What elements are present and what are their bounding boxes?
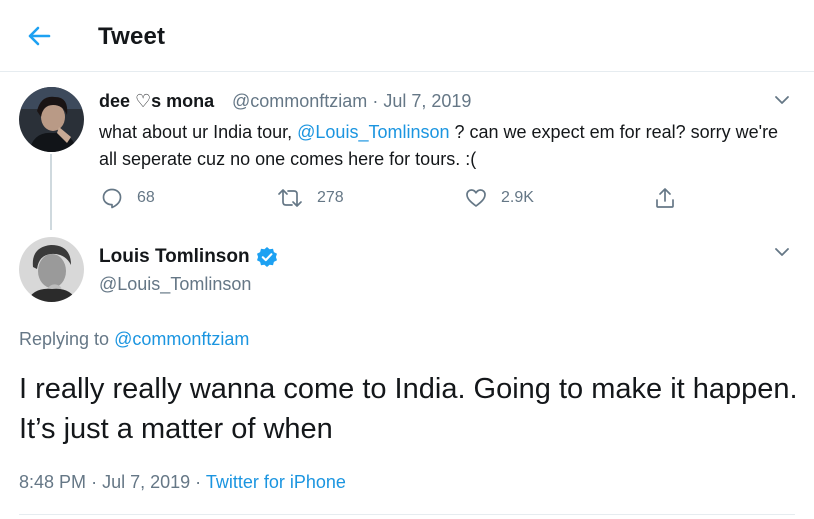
reply-text: what about ur India tour, @Louis_Tomlins…: [99, 119, 789, 173]
page-header: Tweet: [0, 0, 814, 72]
author-handle[interactable]: @Louis_Tomlinson: [99, 274, 251, 295]
reply-display-name[interactable]: dee ♡s mona: [99, 91, 214, 112]
replying-handle[interactable]: @commonftziam: [114, 329, 249, 349]
page-title: Tweet: [98, 23, 166, 50]
chevron-down-icon: [775, 248, 789, 256]
reply-more-button[interactable]: [772, 90, 792, 110]
replying-to: Replying to @commonftziam: [19, 329, 249, 350]
divider: [19, 514, 795, 515]
comment-icon: [102, 188, 122, 209]
timestamp-separator: ·: [91, 472, 98, 492]
heart-icon: [466, 189, 486, 207]
reply-handle[interactable]: @commonftziam: [232, 91, 367, 111]
share-button[interactable]: [654, 184, 676, 212]
retweet-count: 278: [317, 189, 344, 206]
tweet-timestamp-row: 8:48 PM · Jul 7, 2019 · Twitter for iPho…: [19, 472, 346, 493]
share-icon: [656, 188, 674, 208]
chevron-down-icon: [775, 96, 789, 104]
author-display-name[interactable]: Louis Tomlinson: [99, 246, 250, 268]
author-row: Louis Tomlinson: [99, 246, 278, 268]
like-count: 2.9K: [501, 189, 534, 206]
retweet-button[interactable]: 278: [277, 184, 344, 212]
retweet-icon: [278, 189, 302, 207]
tweet-text: I really really wanna come to India. Goi…: [19, 373, 798, 445]
reply-text-start: what about ur India tour,: [99, 122, 298, 142]
tweet-more-button[interactable]: [772, 242, 792, 262]
avatar[interactable]: [19, 237, 84, 302]
tweet-date[interactable]: Jul 7, 2019: [102, 472, 190, 492]
arrow-left-icon: [28, 26, 51, 46]
tweet-source-link[interactable]: Twitter for iPhone: [206, 472, 346, 492]
reply-date[interactable]: Jul 7, 2019: [383, 91, 471, 111]
reply-count: 68: [137, 189, 155, 206]
replying-prefix: Replying to: [19, 329, 110, 349]
reply-action-button[interactable]: 68: [101, 184, 155, 212]
like-button[interactable]: 2.9K: [465, 184, 534, 212]
meta-separator: ·: [372, 91, 379, 111]
reply-meta: @commonftziam · Jul 7, 2019: [232, 91, 471, 112]
thread-line: [50, 154, 52, 230]
avatar[interactable]: [19, 87, 84, 152]
back-button[interactable]: [24, 22, 54, 50]
verified-badge-icon: [256, 247, 277, 267]
timestamp-separator: ·: [195, 472, 202, 492]
tweet-time[interactable]: 8:48 PM: [19, 472, 86, 492]
reply-mention[interactable]: @Louis_Tomlinson: [297, 122, 449, 142]
